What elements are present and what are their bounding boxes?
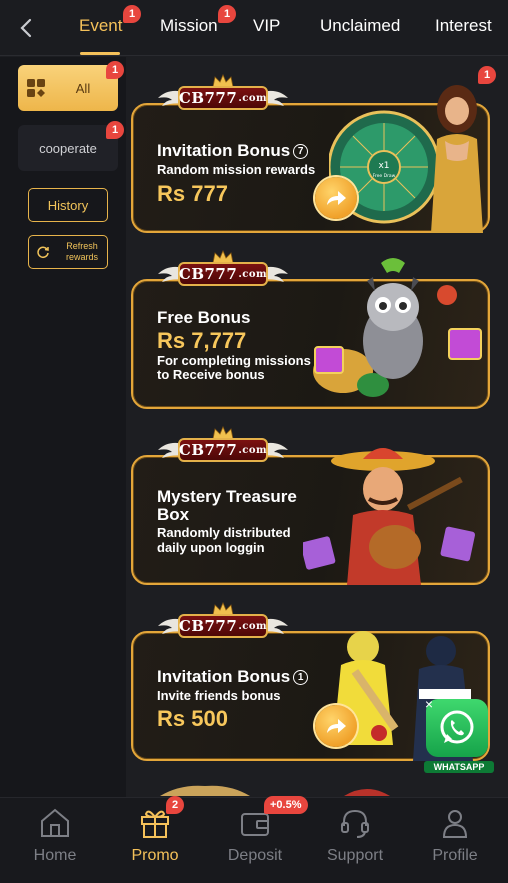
- nav-label: Support: [326, 847, 384, 864]
- tab-label: Interest: [435, 16, 492, 35]
- logo-text: CB777 .com: [178, 86, 268, 110]
- next-banner-art-partial: [344, 789, 390, 796]
- banner-amount: Rs 7,777: [157, 328, 247, 353]
- tab-event-badge: 1: [123, 5, 141, 23]
- tab-label: Event: [79, 16, 123, 35]
- active-tab-indicator: [80, 52, 120, 55]
- banner-free-bonus[interactable]: Free Bonus Rs 7,777 For completing missi…: [131, 258, 490, 409]
- nav-promo-badge: 2: [166, 796, 185, 814]
- refresh-label: Refresh rewards: [57, 241, 107, 263]
- banner-title-line2: Box: [157, 505, 190, 524]
- bottom-navigation: Home Promo 2 Deposit +0.5% Support Profi…: [0, 796, 508, 883]
- banner-title-number: 7: [293, 144, 309, 159]
- category-cooperate-label: cooperate: [39, 140, 97, 156]
- tab-event[interactable]: Event: [79, 16, 122, 36]
- refresh-icon: [37, 246, 49, 259]
- tab-label: Mission: [160, 16, 218, 35]
- close-icon[interactable]: ×: [422, 697, 436, 711]
- logo-suffix: .com: [238, 620, 268, 632]
- banner-subtitle-line1: For completing missions: [157, 353, 311, 368]
- nav-label: Deposit: [227, 847, 283, 864]
- brand-logo: CB777 .com: [158, 74, 288, 118]
- share-arrow-icon: [327, 191, 346, 205]
- nav-label: Profile: [432, 847, 478, 864]
- nav-label: Home: [33, 847, 77, 864]
- history-button[interactable]: History: [28, 188, 108, 222]
- logo-name: CB777: [178, 265, 238, 283]
- logo-name: CB777: [178, 89, 238, 107]
- go-arrow-button[interactable]: [315, 177, 357, 219]
- top-tab-bar: Event 1 Mission 1 VIP Unclaimed Interest: [0, 0, 508, 56]
- whatsapp-logo-icon: [440, 710, 474, 744]
- go-arrow-button[interactable]: [315, 705, 357, 747]
- category-all-label: All: [75, 80, 91, 96]
- logo-text: CB777 .com: [178, 614, 268, 638]
- share-arrow-icon: [327, 719, 346, 733]
- logo-suffix: .com: [238, 268, 268, 280]
- home-icon: [41, 808, 69, 837]
- whatsapp-label: WHATSAPP: [424, 761, 494, 773]
- banner-title: Mystery Treasure: [157, 487, 297, 506]
- banner-title-number: 1: [293, 670, 309, 685]
- banner-subtitle-line1: Randomly distributed: [157, 525, 291, 540]
- promo-page: Event 1 Mission 1 VIP Unclaimed Interest…: [0, 0, 508, 883]
- banner-invitation-bonus-7[interactable]: Invitation Bonus 7 Random mission rewards…: [131, 85, 490, 233]
- tab-label: Unclaimed: [320, 16, 401, 35]
- tab-mission[interactable]: Mission: [160, 16, 218, 36]
- banner-subtitle-line2: to Receive bonus: [157, 367, 265, 382]
- character-woman-icon: [431, 85, 483, 233]
- chevron-left-icon: [20, 18, 32, 38]
- banner-title-text: Invitation Bonus: [157, 667, 291, 686]
- banner-amount: Rs 500: [157, 706, 228, 731]
- tab-unclaimed[interactable]: Unclaimed: [320, 16, 400, 36]
- banner-subtitle: Invite friends bonus: [157, 688, 281, 703]
- tab-label: VIP: [253, 16, 281, 35]
- banner-title: Invitation Bonus 1: [157, 667, 309, 687]
- nav-support[interactable]: Support: [305, 798, 405, 883]
- back-button[interactable]: [14, 14, 38, 42]
- brand-logo: CB777 .com: [158, 426, 288, 470]
- banner-title: Free Bonus: [157, 308, 251, 327]
- category-all[interactable]: All: [18, 65, 118, 111]
- brand-logo: CB777 .com: [158, 250, 288, 294]
- logo-name: CB777: [178, 617, 238, 635]
- mariachi-guitar-icon: [303, 448, 476, 585]
- banner-title: Invitation Bonus 7: [157, 141, 309, 161]
- tab-mission-badge: 1: [218, 5, 236, 23]
- logo-name: CB777: [178, 441, 238, 459]
- wheel-multiplier: x1: [378, 161, 389, 171]
- logo-suffix: .com: [238, 92, 268, 104]
- logo-text: CB777 .com: [178, 262, 268, 286]
- banner-subtitle: Random mission rewards: [157, 162, 316, 177]
- nav-promo[interactable]: Promo: [105, 798, 205, 883]
- nav-profile[interactable]: Profile: [405, 798, 505, 883]
- banner-subtitle-line2: daily upon loggin: [157, 540, 265, 555]
- refresh-rewards-button[interactable]: Refresh rewards: [28, 235, 108, 269]
- banner-amount: Rs 777: [157, 181, 228, 206]
- category-cooperate-badge: 1: [106, 121, 124, 139]
- history-label: History: [47, 197, 89, 213]
- tab-interest[interactable]: Interest: [435, 16, 492, 36]
- banner-title-text: Invitation Bonus: [157, 141, 291, 160]
- nav-label: Promo: [131, 847, 179, 864]
- wheel-free-draw: Free Draw: [373, 173, 396, 179]
- refresh-label-line2: rewards: [65, 252, 98, 262]
- logo-text: CB777 .com: [178, 438, 268, 462]
- user-icon: [442, 810, 468, 838]
- tab-vip[interactable]: VIP: [253, 16, 280, 36]
- next-banner-logo-partial: [160, 785, 250, 796]
- refresh-label-line1: Refresh: [66, 241, 98, 251]
- category-cooperate[interactable]: cooperate: [18, 125, 118, 171]
- lemur-mascot-icon: [313, 258, 482, 397]
- banner-mystery-treasure-box[interactable]: Mystery Treasure Box Randomly distribute…: [131, 448, 490, 585]
- brand-logo: CB777 .com: [158, 602, 288, 646]
- logo-suffix: .com: [238, 444, 268, 456]
- nav-deposit-badge: +0.5%: [264, 796, 308, 814]
- category-all-badge: 1: [106, 61, 124, 79]
- whatsapp-float-button[interactable]: × WHATSAPP: [424, 697, 494, 775]
- nav-home[interactable]: Home: [5, 798, 105, 883]
- headset-icon: [341, 809, 369, 838]
